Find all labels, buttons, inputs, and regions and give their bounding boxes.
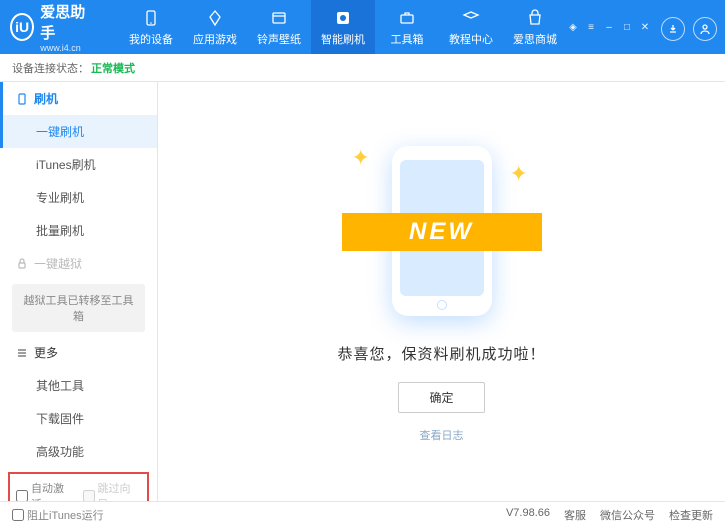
maximize-icon[interactable]: □ [621,21,633,33]
footer-bar: 阻止iTunes运行 V7.98.66 客服 微信公众号 检查更新 [0,501,725,527]
sidebar-item-batch-flash[interactable]: 批量刷机 [0,214,157,247]
nav-ringtones[interactable]: 铃声壁纸 [247,0,311,54]
menu-icon[interactable]: ≡ [585,21,597,33]
nav-store[interactable]: 爱思商城 [503,0,567,54]
user-button[interactable] [693,17,717,41]
activation-options: 自动激活 跳过向导 [8,472,149,501]
check-update-link[interactable]: 检查更新 [669,507,713,523]
sidebar-section-more[interactable]: 更多 [0,336,157,369]
ringtone-icon [269,8,289,28]
sidebar-item-other-tools[interactable]: 其他工具 [0,369,157,402]
status-value: 正常模式 [91,60,135,76]
ok-button[interactable]: 确定 [398,382,484,413]
sidebar-section-jailbreak: 一键越狱 [0,247,157,280]
sidebar-item-advanced[interactable]: 高级功能 [0,435,157,468]
toolbox-icon [397,8,417,28]
view-log-link[interactable]: 查看日志 [420,427,464,443]
nav-apps[interactable]: 应用游戏 [183,0,247,54]
version-label: V7.98.66 [506,507,550,523]
sparkle-icon [510,161,536,187]
logo: iU 爱思助手 www.i4.cn [10,1,91,53]
flash-icon [333,8,353,28]
sidebar-item-itunes-flash[interactable]: iTunes刷机 [0,148,157,181]
wechat-link[interactable]: 微信公众号 [600,507,655,523]
lock-icon [16,258,28,270]
sidebar: 刷机 一键刷机 iTunes刷机 专业刷机 批量刷机 一键越狱 越狱工具已转移至… [0,82,158,501]
window-controls: ◈ ≡ – □ ✕ [567,21,651,33]
store-icon [525,8,545,28]
status-label: 设备连接状态： [12,60,89,76]
skin-icon[interactable]: ◈ [567,21,579,33]
app-title: 爱思助手 [40,1,91,43]
nav-flash[interactable]: 智能刷机 [311,0,375,54]
nav-my-device[interactable]: 我的设备 [119,0,183,54]
sidebar-item-oneclick-flash[interactable]: 一键刷机 [0,115,157,148]
device-icon [141,8,161,28]
nav-toolbox[interactable]: 工具箱 [375,0,439,54]
sidebar-section-flash[interactable]: 刷机 [0,82,157,115]
close-icon[interactable]: ✕ [639,21,651,33]
status-bar: 设备连接状态： 正常模式 [0,54,725,82]
app-url: www.i4.cn [40,43,91,53]
checkbox-auto-activate[interactable]: 自动激活 [16,480,75,501]
checkbox-skip-setup[interactable]: 跳过向导 [83,480,142,501]
success-message: 恭喜您，保资料刷机成功啦！ [337,343,545,364]
more-icon [16,347,28,359]
checkbox-block-itunes[interactable]: 阻止iTunes运行 [12,507,104,523]
nav-tutorials[interactable]: 教程中心 [439,0,503,54]
download-button[interactable] [661,17,685,41]
success-illustration: NEW [342,141,542,321]
apps-icon [205,8,225,28]
top-nav: 我的设备 应用游戏 铃声壁纸 智能刷机 工具箱 教程中心 爱思商城 [119,0,567,54]
minimize-icon[interactable]: – [603,21,615,33]
sidebar-item-download-firmware[interactable]: 下载固件 [0,402,157,435]
logo-icon: iU [10,13,34,41]
app-header: iU 爱思助手 www.i4.cn 我的设备 应用游戏 铃声壁纸 智能刷机 工具… [0,0,725,54]
sparkle-icon [352,145,378,171]
main-content: NEW 恭喜您，保资料刷机成功啦！ 确定 查看日志 [158,82,725,501]
flash-section-icon [16,93,28,105]
new-badge: NEW [342,213,542,251]
support-link[interactable]: 客服 [564,507,586,523]
tutorial-icon [461,8,481,28]
jailbreak-note: 越狱工具已转移至工具箱 [12,284,145,332]
sidebar-item-pro-flash[interactable]: 专业刷机 [0,181,157,214]
